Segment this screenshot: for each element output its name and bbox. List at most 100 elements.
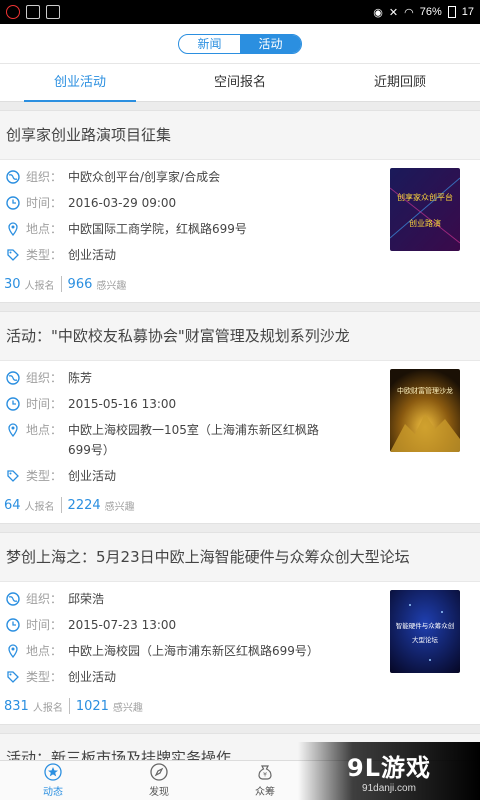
globe-icon [6,371,20,385]
event-org: 中欧众创平台/创享家/合成会 [68,170,221,184]
tab-recent-review[interactable]: 近期回顾 [320,64,480,102]
svg-text:创享家众创平台: 创享家众创平台 [397,192,453,202]
nav-label: 动态 [43,787,63,798]
nav-discover[interactable]: 发现 [106,761,212,800]
event-thumbnail-graphic: 创享家众创平台 创业路演 [390,168,460,251]
wifi-icon: ◠ [404,5,414,19]
nav-label: 众筹 [255,787,275,798]
interest-count: 2224 [67,497,101,513]
nav-label: 发现 [149,787,169,798]
event-stats: 30 人报名 966 感兴趣 [0,268,480,303]
place-label: 地点： [26,644,63,658]
tag-icon [6,469,20,483]
segmented-control: 新闻 活动 [178,33,302,54]
location-pin-icon [6,222,20,236]
stats-divider [60,276,62,292]
segment-news[interactable]: 新闻 [179,35,240,53]
mute-icon: ✕ [388,5,399,19]
clock: 17 [461,6,474,18]
event-card[interactable]: 梦创上海之：5月23日中欧上海智能硬件与众筹众创大型论坛 组织： 邱荣浩 时间：… [0,532,480,725]
event-details: 组织： 中欧众创平台/创享家/合成会 时间： 2016-03-29 09:00 … [0,160,480,303]
event-thumbnail[interactable]: 智能硬件与众筹众创 大型论坛 [390,590,460,673]
event-time: 2015-05-16 13:00 [68,397,177,411]
event-title[interactable]: 活动："中欧校友私募协会"财富管理及规划系列沙龙 [0,311,480,361]
svg-text:中欧财富管理沙龙: 中欧财富管理沙龙 [397,386,453,395]
top-bar: 新闻 活动 [0,24,480,64]
nav-dynamics[interactable]: 动态 [0,761,106,800]
signup-unit: 人报名 [24,280,55,292]
signup-count: 30 [4,276,21,292]
event-type-row: 类型： 创业活动 [0,463,480,489]
event-type: 创业活动 [68,248,117,262]
event-title[interactable]: 创享家创业路演项目征集 [0,110,480,160]
event-card[interactable]: 创享家创业路演项目征集 组织： 中欧众创平台/创享家/合成会 时间： 2016-… [0,110,480,303]
app-notification-icon [6,5,20,19]
interest-count: 1021 [75,698,109,714]
event-thumbnail[interactable]: 创享家众创平台 创业路演 [390,168,460,251]
event-type: 创业活动 [68,670,117,684]
org-label: 组织： [26,371,63,385]
watermark-url: 91danji.com [362,783,416,794]
battery-icon [447,6,456,18]
type-label: 类型： [26,248,63,262]
clock-icon [6,618,20,632]
event-time: 2015-07-23 13:00 [68,618,177,632]
place-label: 地点： [26,222,63,236]
globe-icon [6,592,20,606]
event-place: 中欧国际工商学院，红枫路699号 [68,222,247,236]
eye-icon: ◉ [373,5,383,19]
interest-unit: 感兴趣 [104,501,135,513]
org-label: 组织： [26,170,63,184]
time-label: 时间： [26,397,63,411]
signup-unit: 人报名 [32,702,63,714]
clock-icon [6,397,20,411]
watermark-logo: 9L游戏 [347,754,431,782]
tab-space-signup[interactable]: 空间报名 [160,64,320,102]
location-pin-icon [6,644,20,658]
event-card[interactable]: 活动："中欧校友私募协会"财富管理及规划系列沙龙 组织： 陈芳 时间： 2015… [0,311,480,524]
compass-icon [150,763,168,781]
interest-unit: 感兴趣 [112,702,143,714]
event-org: 陈芳 [68,371,93,385]
svg-text:¥: ¥ [263,772,267,779]
event-stats: 831 人报名 1021 感兴趣 [0,690,480,725]
tab-startup-events[interactable]: 创业活动 [0,64,160,102]
status-bar: ◉ ✕ ◠ 76% 17 [0,0,480,24]
status-bar-left [6,5,60,19]
event-stats: 64 人报名 2224 感兴趣 [0,489,480,524]
event-time: 2016-03-29 09:00 [68,196,177,210]
time-label: 时间： [26,196,63,210]
clock-icon [6,196,20,210]
event-thumbnail-graphic: 中欧财富管理沙龙 [390,369,460,452]
stats-divider [68,698,70,714]
tag-icon [6,248,20,262]
segment-activities[interactable]: 活动 [240,34,301,53]
event-title[interactable]: 梦创上海之：5月23日中欧上海智能硬件与众筹众创大型论坛 [0,532,480,582]
event-org: 邱荣浩 [68,592,105,606]
globe-icon [6,170,20,184]
tag-icon [6,670,20,684]
image-notification-icon [26,5,40,19]
place-label: 地点： [26,423,63,437]
event-list: 创享家创业路演项目征集 组织： 中欧众创平台/创享家/合成会 时间： 2016-… [0,102,480,761]
event-type: 创业活动 [68,469,117,483]
star-icon [44,763,62,781]
event-thumbnail[interactable]: 中欧财富管理沙龙 [390,369,460,452]
stats-divider [60,497,62,513]
signup-count: 64 [4,497,21,513]
svg-text:大型论坛: 大型论坛 [412,635,439,644]
type-label: 类型： [26,670,63,684]
interest-unit: 感兴趣 [96,280,127,292]
event-details: 组织： 邱荣浩 时间： 2015-07-23 13:00 地点： 中欧上海校园（… [0,582,480,725]
event-thumbnail-graphic: 智能硬件与众筹众创 大型论坛 [390,590,460,673]
signup-unit: 人报名 [24,501,55,513]
svg-text:智能硬件与众筹众创: 智能硬件与众筹众创 [396,621,455,630]
event-place: 中欧上海校园（上海市浦东新区红枫路699号） [68,644,319,658]
status-bar-right: ◉ ✕ ◠ 76% 17 [373,6,474,19]
time-label: 时间： [26,618,63,632]
signup-count: 831 [4,698,29,714]
tab-bar: 创业活动 空间报名 近期回顾 [0,64,480,102]
event-details: 组织： 陈芳 时间： 2015-05-16 13:00 地点： 中欧上海校园教一… [0,361,480,524]
battery-level: 76% [419,6,442,18]
svg-text:创业路演: 创业路演 [409,218,441,228]
